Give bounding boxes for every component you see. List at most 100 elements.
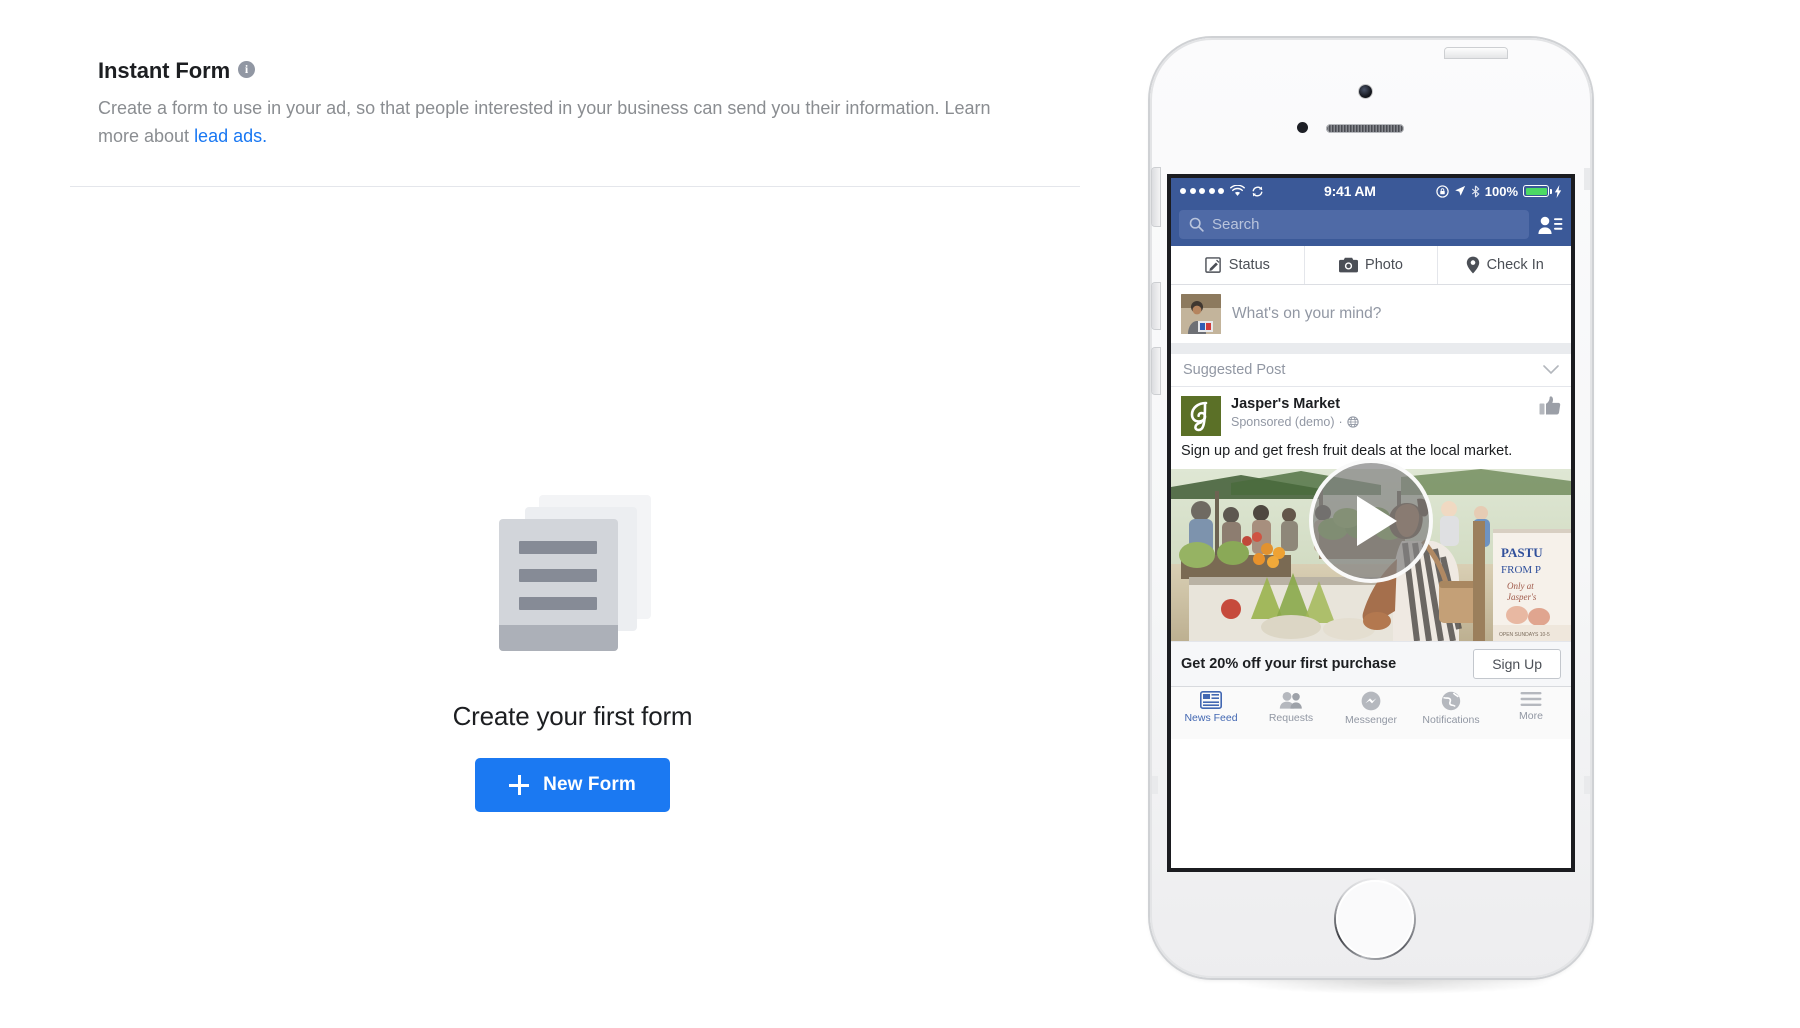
sponsored-post: Jasper's Market Sponsored (demo) · Sign … — [1171, 387, 1571, 686]
svg-text:FROM P: FROM P — [1501, 564, 1541, 576]
info-icon[interactable]: i — [238, 60, 256, 78]
feed-separator — [1171, 343, 1571, 354]
lightning-bolt-icon — [1554, 184, 1562, 198]
battery-percent-label: 100% — [1484, 183, 1518, 199]
signal-strength-icon — [1180, 188, 1224, 194]
plus-icon — [509, 775, 530, 795]
cta-title: Get 20% off your first purchase — [1181, 656, 1397, 672]
friend-requests-icon[interactable] — [1537, 214, 1563, 236]
page-title: Instant Form — [98, 58, 231, 83]
volume-up-button[interactable] — [1152, 283, 1160, 329]
composer-photo-label: Photo — [1365, 257, 1403, 273]
instant-form-panel: Instant Form i Create a form to use in yo… — [0, 0, 1140, 1028]
camera-icon — [1339, 257, 1359, 273]
new-form-button[interactable]: New Form — [475, 758, 670, 812]
phone-preview: 9:41 AM 100% Search Status Photo Check I… — [1140, 20, 1640, 1010]
svg-text:OPEN SUNDAYS 10-5: OPEN SUNDAYS 10-5 — [1499, 632, 1550, 638]
suggested-post-label: Suggested Post — [1183, 362, 1286, 378]
globe-icon — [1347, 416, 1359, 428]
front-camera-icon — [1359, 85, 1372, 98]
post-meta: Sponsored (demo) · — [1231, 414, 1359, 430]
chevron-down-icon[interactable] — [1543, 365, 1559, 375]
pencil-square-icon — [1205, 256, 1221, 273]
sheet-line-1 — [518, 541, 597, 554]
composer-photo-button[interactable]: Photo — [1305, 246, 1439, 284]
farmers-market-photo[interactable]: PASTU FROM P Only at Jasper's OPEN SUNDA… — [1171, 469, 1571, 641]
composer-status-button[interactable]: Status — [1171, 246, 1305, 284]
svg-text:Jasper's: Jasper's — [1507, 592, 1537, 602]
svg-text:PASTU: PASTU — [1501, 545, 1543, 560]
post-meta-separator: · — [1338, 415, 1343, 429]
avatar — [1181, 294, 1221, 334]
header-divider — [70, 186, 1080, 187]
composer-checkin-label: Check In — [1486, 257, 1544, 273]
rotation-lock-icon — [1436, 184, 1449, 198]
thumbs-up-icon[interactable] — [1539, 396, 1561, 416]
status-bar-time: 9:41 AM — [1323, 183, 1376, 199]
power-button[interactable] — [1445, 48, 1507, 58]
antenna-band-right-top — [1584, 168, 1590, 190]
volume-down-button[interactable] — [1152, 348, 1160, 394]
news-feed-icon — [1200, 691, 1222, 709]
status-composer[interactable]: What's on your mind? — [1171, 285, 1571, 343]
sheet-footer-strip — [498, 625, 618, 651]
form-stack-icon — [493, 495, 653, 675]
tab-news-feed-label: News Feed — [1184, 712, 1238, 724]
globe-notifications-icon — [1441, 691, 1461, 711]
sheet-front — [498, 519, 618, 651]
composer-checkin-button[interactable]: Check In — [1438, 246, 1571, 284]
search-placeholder: Search — [1212, 216, 1260, 233]
location-arrow-icon — [1454, 185, 1465, 196]
friends-requests-icon — [1279, 692, 1302, 709]
earpiece-speaker — [1326, 124, 1404, 133]
post-sponsored-label: Sponsored (demo) — [1231, 415, 1335, 429]
post-cta: Get 20% off your first purchase Sign Up — [1171, 641, 1571, 686]
wifi-icon — [1230, 185, 1245, 196]
sheet-line-3 — [518, 597, 597, 610]
section-header: Instant Form i Create a form to use in yo… — [98, 58, 1098, 150]
empty-state-title: Create your first form — [452, 701, 693, 731]
antenna-band-right — [1584, 776, 1590, 794]
facebook-navbar: Search — [1171, 204, 1571, 246]
svg-text:Only at: Only at — [1507, 581, 1534, 591]
tab-requests[interactable]: Requests — [1251, 691, 1331, 724]
tab-notifications-label: Notifications — [1422, 714, 1480, 726]
lead-ads-link[interactable]: lead ads. — [194, 126, 267, 146]
mute-switch[interactable] — [1152, 168, 1160, 226]
sync-icon — [1252, 185, 1263, 197]
hamburger-menu-icon — [1520, 692, 1542, 706]
tab-messenger-label: Messenger — [1345, 714, 1397, 726]
phone-body: 9:41 AM 100% Search Status Photo Check I… — [1150, 38, 1592, 978]
proximity-sensor-icon — [1297, 122, 1308, 133]
post-body-text: Sign up and get fresh fruit deals at the… — [1181, 443, 1513, 459]
new-form-button-label: New Form — [543, 774, 636, 795]
suggested-post-header[interactable]: Suggested Post — [1171, 354, 1571, 387]
sign-up-button[interactable]: Sign Up — [1473, 649, 1561, 679]
composer-status-label: Status — [1228, 257, 1270, 273]
tab-notifications[interactable]: Notifications — [1411, 691, 1491, 726]
section-description: Create a form to use in your ad, so that… — [98, 94, 998, 150]
search-input[interactable]: Search — [1179, 210, 1529, 239]
sheet-line-2 — [518, 569, 597, 582]
tab-news-feed[interactable]: News Feed — [1171, 691, 1251, 724]
tab-messenger[interactable]: Messenger — [1331, 691, 1411, 726]
ios-status-bar: 9:41 AM 100% — [1171, 178, 1571, 204]
jaspers-market-logo[interactable] — [1181, 396, 1221, 436]
composer-actions: Status Photo Check In — [1171, 246, 1571, 285]
post-page-name[interactable]: Jasper's Market — [1231, 396, 1359, 413]
search-icon — [1189, 217, 1204, 232]
tab-more[interactable]: More — [1491, 691, 1571, 722]
messenger-icon — [1361, 691, 1381, 711]
tab-requests-label: Requests — [1268, 712, 1314, 724]
bottom-tabbar: News Feed Requests Messenger Notificatio… — [1171, 686, 1571, 739]
location-pin-icon — [1466, 256, 1479, 274]
home-button[interactable] — [1334, 878, 1416, 960]
phone-screen: 9:41 AM 100% Search Status Photo Check I… — [1171, 178, 1571, 868]
battery-icon — [1523, 185, 1552, 197]
empty-state: Create your first form New Form — [0, 495, 1145, 812]
antenna-band-left — [1152, 776, 1158, 794]
bluetooth-icon — [1471, 185, 1480, 197]
post-header: Jasper's Market Sponsored (demo) · — [1171, 387, 1571, 440]
tab-more-label: More — [1519, 710, 1543, 722]
composer-placeholder: What's on your mind? — [1232, 305, 1382, 322]
